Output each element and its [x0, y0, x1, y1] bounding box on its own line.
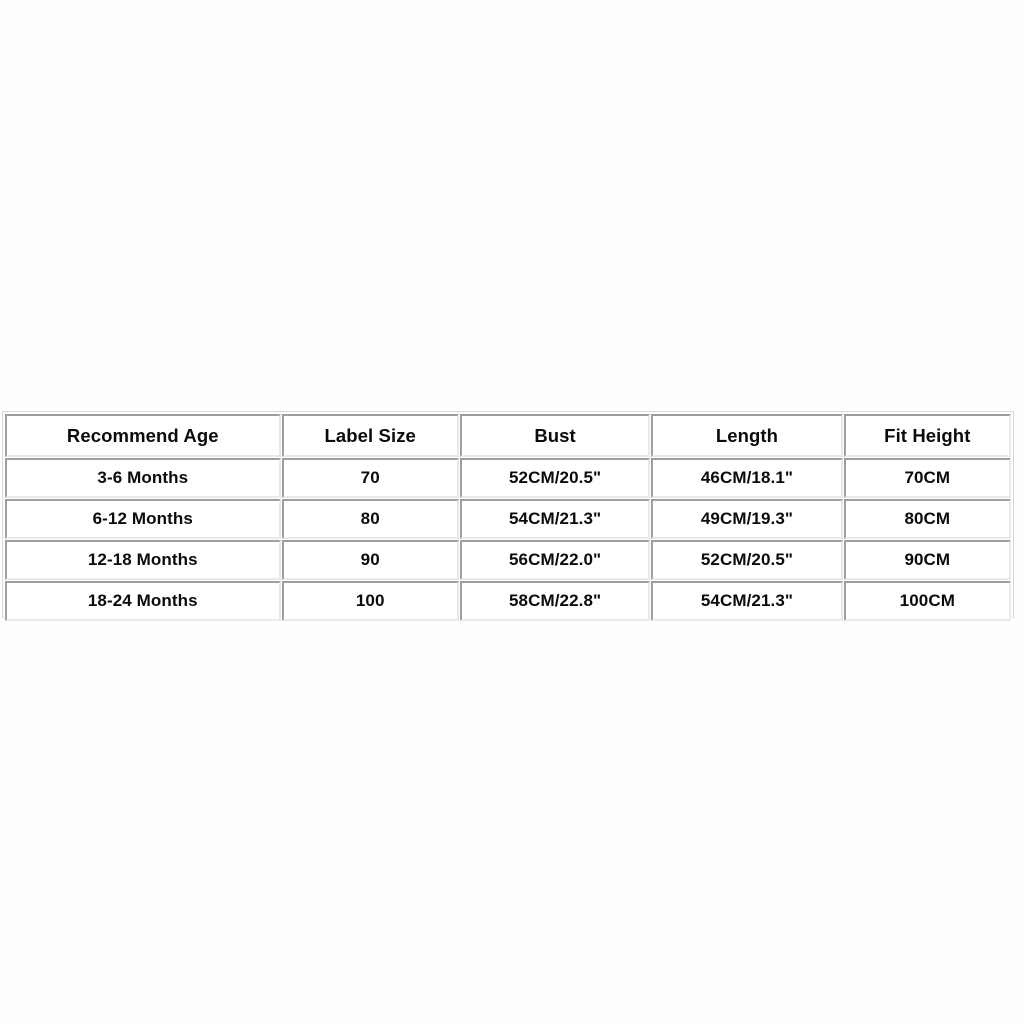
cell-fit-height: 70CM [843, 458, 1011, 498]
table-row: 18-24 Months 100 58CM/22.8" 54CM/21.3" 1… [5, 581, 1011, 621]
cell-fit-height: 80CM [843, 499, 1011, 539]
column-header-fit-height: Fit Height [843, 414, 1011, 457]
table-header-row: Recommend Age Label Size Bust Length Fit… [5, 414, 1011, 457]
cell-bust: 54CM/21.3" [459, 499, 651, 539]
cell-bust: 52CM/20.5" [459, 458, 651, 498]
cell-label-size: 70 [281, 458, 459, 498]
column-header-length: Length [651, 414, 843, 457]
cell-recommend-age: 12-18 Months [5, 540, 281, 580]
cell-fit-height: 100CM [843, 581, 1011, 621]
column-header-recommend-age: Recommend Age [5, 414, 281, 457]
cell-bust: 58CM/22.8" [459, 581, 651, 621]
cell-recommend-age: 6-12 Months [5, 499, 281, 539]
table-row: 3-6 Months 70 52CM/20.5" 46CM/18.1" 70CM [5, 458, 1011, 498]
table-row: 12-18 Months 90 56CM/22.0" 52CM/20.5" 90… [5, 540, 1011, 580]
cell-recommend-age: 3-6 Months [5, 458, 281, 498]
cell-label-size: 90 [281, 540, 459, 580]
column-header-bust: Bust [459, 414, 651, 457]
size-chart-container: Recommend Age Label Size Bust Length Fit… [2, 411, 1014, 622]
column-header-label-size: Label Size [281, 414, 459, 457]
size-chart-table: Recommend Age Label Size Bust Length Fit… [4, 413, 1012, 622]
cell-length: 46CM/18.1" [651, 458, 843, 498]
table-row: 6-12 Months 80 54CM/21.3" 49CM/19.3" 80C… [5, 499, 1011, 539]
cell-label-size: 80 [281, 499, 459, 539]
cell-label-size: 100 [281, 581, 459, 621]
cell-recommend-age: 18-24 Months [5, 581, 281, 621]
cell-fit-height: 90CM [843, 540, 1011, 580]
cell-length: 49CM/19.3" [651, 499, 843, 539]
cell-length: 52CM/20.5" [651, 540, 843, 580]
cell-bust: 56CM/22.0" [459, 540, 651, 580]
cell-length: 54CM/21.3" [651, 581, 843, 621]
